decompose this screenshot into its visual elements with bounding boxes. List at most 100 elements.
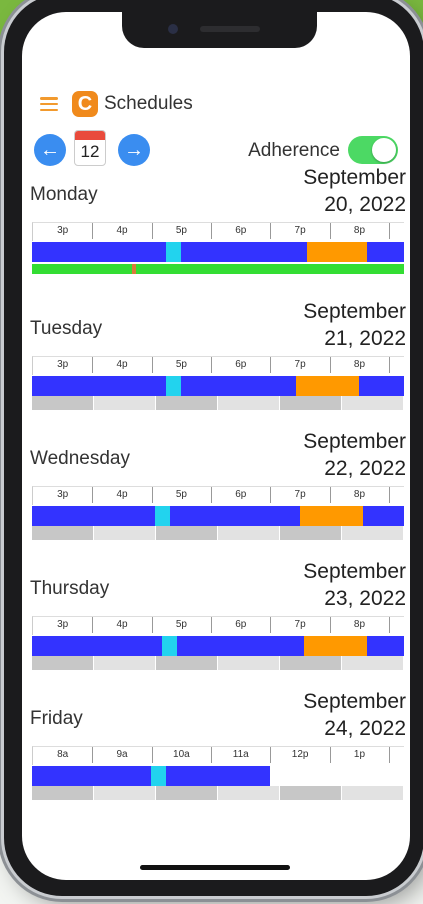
calendar-day-number: 12	[80, 142, 100, 161]
shift-segment-work[interactable]	[177, 636, 304, 656]
day-name: Friday	[30, 708, 83, 729]
day-date: September 24, 2022	[246, 688, 406, 742]
tick-line	[389, 747, 391, 763]
shift-bar[interactable]	[32, 376, 404, 396]
hour-cell	[218, 396, 280, 410]
day-date: September 23, 2022	[246, 558, 406, 612]
shift-segment-work[interactable]	[366, 636, 404, 656]
day-schedule[interactable]: Friday September 24, 2022 8a 9a 10a 11a 12p 1p	[28, 688, 406, 818]
shift-segment-lunch[interactable]	[299, 506, 364, 526]
shift-segment-work[interactable]	[32, 376, 166, 396]
shift-segment-break[interactable]	[154, 506, 170, 526]
tick-line	[270, 747, 272, 763]
shift-segment-work[interactable]	[363, 506, 404, 526]
tick-line	[211, 357, 213, 373]
hour-grid-row	[32, 656, 404, 670]
time-axis: 3p 4p 5p 6p 7p 8p	[32, 486, 404, 505]
hamburger-menu-icon[interactable]	[40, 97, 58, 111]
tick-line	[329, 357, 331, 373]
shift-segment-work[interactable]	[32, 766, 152, 786]
hour-cell	[32, 396, 94, 410]
day-date: September 20, 2022	[246, 164, 406, 218]
tick-line	[329, 487, 331, 503]
day-schedule[interactable]: Monday September 20, 2022 3p 4p 5p 6p 7p 8p	[28, 164, 406, 294]
tick-line	[151, 223, 153, 239]
shift-bar[interactable]	[32, 242, 404, 262]
time-tick-label: 7p	[294, 489, 306, 500]
time-tick-label: 8p	[353, 359, 366, 370]
app-bar: C Schedules	[40, 88, 193, 120]
tick-line	[92, 357, 94, 373]
date-month: September	[303, 430, 406, 453]
shift-segment-work[interactable]	[169, 506, 300, 526]
hour-cell	[280, 396, 342, 410]
speaker-grille	[200, 26, 260, 32]
shift-bar[interactable]	[32, 506, 404, 526]
day-name: Wednesday	[30, 448, 130, 469]
tick-line	[92, 223, 94, 239]
calendar-icon[interactable]: 12	[74, 130, 106, 166]
shift-segment-lunch[interactable]	[296, 376, 360, 396]
shift-segment-break[interactable]	[165, 242, 181, 262]
shift-segment-break[interactable]	[151, 766, 166, 786]
next-arrow-icon[interactable]: →	[118, 134, 150, 166]
schedule-timeline[interactable]: 8a 9a 10a 11a 12p 1p	[32, 746, 404, 808]
time-tick-label: 3p	[57, 359, 69, 370]
hour-cell	[94, 786, 156, 800]
day-schedule[interactable]: Thursday September 23, 2022 3p 4p 5p 6p 7p 8p	[28, 558, 406, 688]
hour-grid-row	[32, 526, 404, 540]
hour-grid-row	[32, 786, 404, 800]
day-name: Monday	[30, 184, 98, 205]
day-schedule[interactable]: Tuesday September 21, 2022 3p 4p 5p 6p 7p 8p	[28, 298, 406, 428]
tick-line	[211, 617, 213, 633]
time-tick-label: 6p	[235, 489, 247, 500]
shift-segment-break[interactable]	[162, 636, 178, 656]
shift-segment-work[interactable]	[366, 242, 404, 262]
schedule-timeline[interactable]: 3p 4p 5p 6p 7p 8p	[32, 486, 404, 548]
hour-cell	[94, 396, 156, 410]
schedule-timeline[interactable]: 3p 4p 5p 6p 7p 8p	[32, 616, 404, 678]
date-day-year: 23, 2022	[324, 587, 406, 610]
shift-segment-work[interactable]	[165, 766, 271, 786]
shift-segment-work[interactable]	[32, 242, 166, 262]
schedule-timeline[interactable]: 3p 4p 5p 6p 7p 8p	[32, 356, 404, 418]
tick-line	[389, 487, 391, 503]
tick-line	[92, 617, 94, 633]
shift-segment-work[interactable]	[359, 376, 404, 396]
hour-cell	[94, 526, 156, 540]
shift-segment-work[interactable]	[32, 636, 163, 656]
day-name: Tuesday	[30, 318, 103, 339]
time-axis: 8a 9a 10a 11a 12p 1p	[32, 746, 404, 765]
adherence-label: Adherence	[248, 140, 340, 161]
shift-bar[interactable]	[32, 766, 404, 786]
time-tick-label: 8p	[353, 225, 366, 236]
time-tick-label: 3p	[57, 225, 69, 236]
day-schedule[interactable]: Wednesday September 22, 2022 3p 4p 5p 6p 7p 8p	[28, 428, 406, 558]
shift-segment-lunch[interactable]	[307, 242, 367, 262]
shift-segment-work[interactable]	[180, 242, 308, 262]
hour-grid-row	[32, 396, 404, 410]
shift-segment-work[interactable]	[32, 506, 155, 526]
time-tick-label: 6p	[235, 619, 247, 630]
time-tick-label: 6p	[235, 225, 247, 236]
shift-segment-break[interactable]	[165, 376, 181, 396]
schedule-timeline[interactable]: 3p 4p 5p 6p 7p 8p	[32, 222, 404, 284]
shift-segment-work[interactable]	[180, 376, 297, 396]
tick-line	[270, 617, 272, 633]
time-axis: 3p 4p 5p 6p 7p 8p	[32, 616, 404, 635]
time-tick-label: 8a	[57, 749, 69, 760]
adherence-bar	[32, 264, 404, 274]
home-indicator[interactable]	[140, 865, 290, 870]
previous-arrow-icon[interactable]: ←	[34, 134, 66, 166]
adherence-toggle[interactable]	[348, 136, 398, 164]
shift-segment-lunch[interactable]	[303, 636, 367, 656]
date-month: September	[303, 690, 406, 713]
tick-line	[389, 357, 391, 373]
shift-bar[interactable]	[32, 636, 404, 656]
time-tick-label: 5p	[175, 489, 187, 500]
tick-line	[389, 617, 391, 633]
time-tick-label: 3p	[57, 619, 69, 630]
tick-line	[92, 747, 94, 763]
date-month: September	[303, 166, 406, 189]
app-logo-icon: C	[72, 91, 98, 117]
